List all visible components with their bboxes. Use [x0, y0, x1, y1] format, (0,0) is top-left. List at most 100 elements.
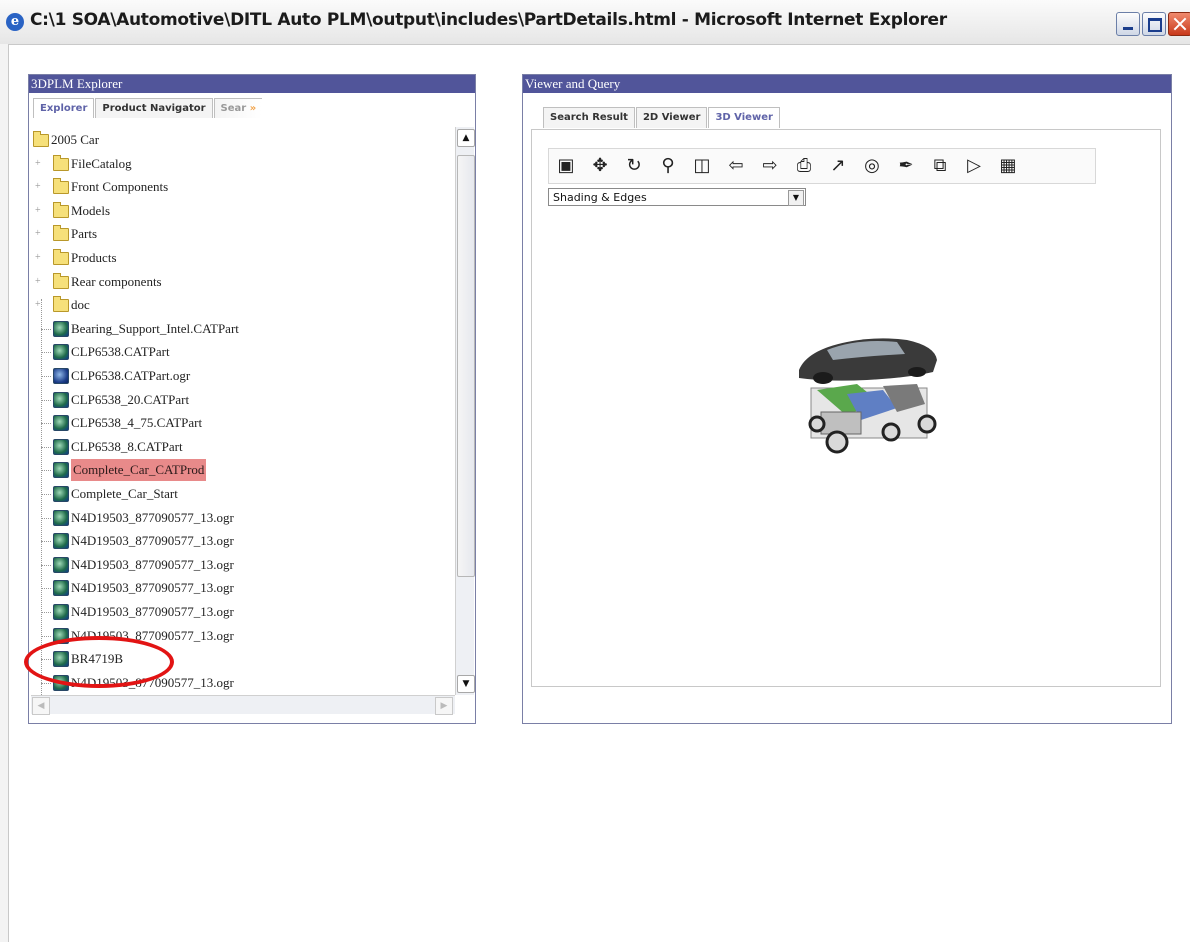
folder-icon	[53, 296, 69, 312]
tree-item-label: N4D19503_877090577_13.ogr	[71, 533, 234, 548]
viewer-tabs: Search Result 2D Viewer 3D Viewer	[543, 107, 781, 129]
tree-item-label: Parts	[71, 226, 97, 241]
part-icon	[53, 344, 69, 360]
tree-part-item[interactable]: N4D19503_877090577_13.ogr	[31, 601, 451, 623]
scroll-thumb[interactable]	[457, 155, 475, 577]
scroll-right-icon[interactable]: ▶	[435, 697, 453, 715]
close-button[interactable]	[1168, 12, 1190, 36]
tree-folder-item[interactable]: + Rear components	[31, 271, 451, 293]
scroll-down-icon[interactable]: ▼	[457, 675, 475, 693]
viewer-panel-title: Viewer and Query	[523, 75, 1171, 93]
folder-icon	[53, 202, 69, 218]
window-titlebar: e C:\1 SOA\Automotive\DITL Auto PLM\outp…	[0, 0, 1190, 45]
render-mode-select[interactable]: Shading & Edges ▼	[548, 188, 806, 206]
tree-item-label: Bearing_Support_Intel.CATPart	[71, 321, 239, 336]
tree-part-item[interactable]: N4D19503_877090577_13.ogr	[31, 577, 451, 599]
section-icon[interactable]: ◎	[859, 153, 885, 179]
next-view-icon[interactable]: ⇨	[757, 153, 783, 179]
tree-part-item[interactable]: CLP6538.CATPart.ogr	[31, 365, 451, 387]
tab-scroll-arrow-icon[interactable]: »	[246, 103, 256, 114]
tree-item-label: Products	[71, 250, 117, 265]
tree-folder-item[interactable]: + Parts	[31, 223, 451, 245]
tree-connector	[41, 447, 51, 448]
part-icon	[53, 439, 69, 455]
rotate-icon[interactable]: ↻	[621, 153, 647, 179]
tree-folder-item[interactable]: 2005 Car	[31, 129, 451, 151]
tree-folder-item[interactable]: + doc	[31, 294, 451, 316]
tree-part-item[interactable]: Complete_Car_CATProd	[31, 459, 451, 481]
tree-part-item[interactable]: N4D19503_877090577_13.ogr	[31, 530, 451, 552]
tab-3d-viewer[interactable]: 3D Viewer	[708, 107, 780, 128]
tree-item-label: Models	[71, 203, 110, 218]
tree-folder-item[interactable]: + Products	[31, 247, 451, 269]
previous-view-icon[interactable]: ⇦	[723, 153, 749, 179]
properties-icon[interactable]: ▦	[995, 153, 1021, 179]
folder-icon	[33, 131, 49, 147]
zoom-area-icon[interactable]: ◫	[689, 153, 715, 179]
print-icon[interactable]: ⎙	[791, 153, 817, 179]
tab-product-navigator[interactable]: Product Navigator	[95, 98, 213, 118]
expand-icon[interactable]: +	[35, 300, 43, 310]
tree-folder-item[interactable]: + FileCatalog	[31, 153, 451, 175]
tree-connector	[41, 352, 51, 353]
minimize-button[interactable]	[1116, 12, 1140, 36]
maximize-button[interactable]	[1142, 12, 1166, 36]
scroll-left-icon[interactable]: ◀	[32, 697, 50, 715]
car-3d-model[interactable]	[787, 320, 947, 460]
expand-icon[interactable]: +	[35, 253, 43, 263]
tree-connector	[41, 470, 51, 471]
tree-part-item[interactable]: CLP6538_8.CATPart	[31, 436, 451, 458]
chevron-down-icon[interactable]: ▼	[788, 190, 804, 206]
tab-search[interactable]: Sear »	[213, 98, 263, 118]
window-left-border	[0, 44, 9, 942]
tree-part-item[interactable]: Complete_Car_Start	[31, 483, 451, 505]
viewer-panel: Viewer and Query Search Result 2D Viewer 3…	[522, 74, 1172, 724]
expand-icon[interactable]: +	[35, 277, 43, 287]
part-icon	[53, 557, 69, 573]
copy-icon[interactable]: ⧉	[927, 153, 953, 179]
select-icon[interactable]: ▷	[961, 153, 987, 179]
explorer-panel: 3DPLM Explorer Explorer Product Navigator…	[28, 74, 476, 724]
tree-item-label: N4D19503_877090577_13.ogr	[71, 604, 234, 619]
tree-horizontal-scrollbar[interactable]: ◀ ▶	[31, 695, 455, 715]
tree-part-item[interactable]: CLP6538_4_75.CATPart	[31, 412, 451, 434]
tree-connector	[41, 423, 51, 424]
annotation-circle	[24, 636, 174, 688]
tree-part-item[interactable]: N4D19503_877090577_13.ogr	[31, 507, 451, 529]
tree-item-label: Rear components	[71, 274, 162, 289]
pan-icon[interactable]: ✥	[587, 153, 613, 179]
tree-connector	[41, 518, 51, 519]
tab-2d-viewer[interactable]: 2D Viewer	[635, 107, 708, 128]
tree-folder-item[interactable]: + Models	[31, 200, 451, 222]
3d-viewer-area[interactable]: ▣ ✥ ↻ ⚲ ◫ ⇦ ⇨ ⎙ ↗ ◎ ✒ ⧉ ▷ ▦ Shading & Ed…	[531, 129, 1161, 687]
tree-item-label: Complete_Car_Start	[71, 486, 178, 501]
tree-connector	[41, 588, 51, 589]
tree-part-item[interactable]: N4D19503_877090577_13.ogr	[31, 554, 451, 576]
scroll-up-icon[interactable]: ▲	[457, 129, 475, 147]
annotate-icon[interactable]: ✒	[893, 153, 919, 179]
tree-part-item[interactable]: CLP6538.CATPart	[31, 341, 451, 363]
tree-item-label: N4D19503_877090577_13.ogr	[71, 510, 234, 525]
tree-connector	[41, 494, 51, 495]
expand-icon[interactable]: +	[35, 229, 43, 239]
tree-folder-item[interactable]: + Front Components	[31, 176, 451, 198]
window-title: C:\1 SOA\Automotive\DITL Auto PLM\output…	[30, 10, 947, 30]
measure-icon[interactable]: ↗	[825, 153, 851, 179]
tree-item-label: CLP6538_4_75.CATPart	[71, 415, 203, 430]
tree-connector	[41, 683, 51, 684]
tab-search-result[interactable]: Search Result	[543, 107, 635, 128]
tree-part-item[interactable]: Bearing_Support_Intel.CATPart	[31, 318, 451, 340]
fit-all-icon[interactable]: ▣	[553, 153, 579, 179]
tree-part-item[interactable]: CLP6538_20.CATPart	[31, 389, 451, 411]
ie-page-icon: e	[6, 13, 24, 31]
tree-item-label: FileCatalog	[71, 156, 132, 171]
tab-explorer[interactable]: Explorer	[33, 98, 95, 118]
tree-connector	[41, 329, 51, 330]
expand-icon[interactable]: +	[35, 159, 43, 169]
zoom-icon[interactable]: ⚲	[655, 153, 681, 179]
expand-icon[interactable]: +	[35, 182, 43, 192]
tree-vertical-scrollbar[interactable]: ▲ ▼	[455, 127, 475, 695]
tree-item-label: CLP6538_8.CATPart	[71, 439, 183, 454]
part-icon	[53, 392, 69, 408]
expand-icon[interactable]: +	[35, 206, 43, 216]
